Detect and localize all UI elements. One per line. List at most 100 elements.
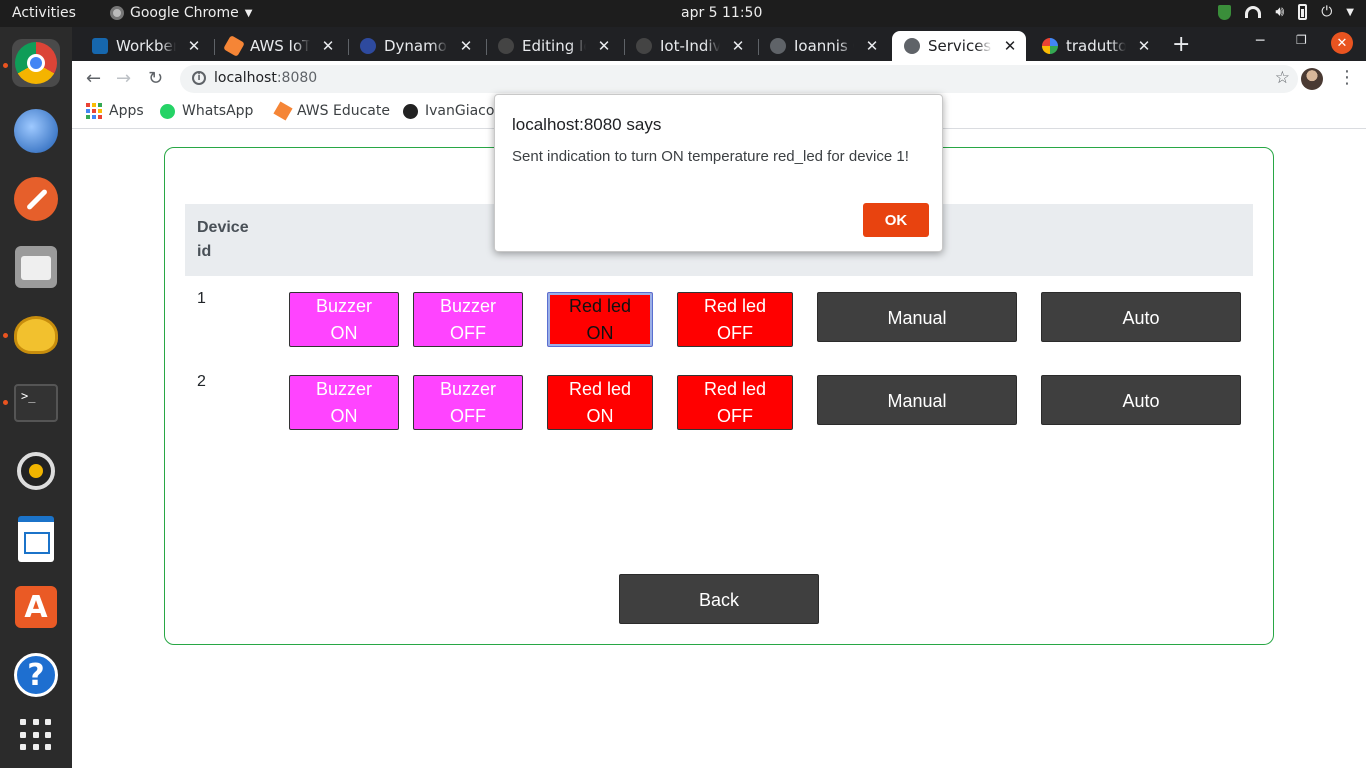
tab-traduttore[interactable]: traduttore ✕ [1030, 31, 1160, 61]
red-led-on-button[interactable]: Red led ON [547, 292, 653, 347]
dock-terminal[interactable]: >_ [12, 379, 60, 427]
alert-dialog: localhost:8080 says Sent indication to t… [494, 94, 943, 252]
wifi-icon [1245, 6, 1262, 18]
dock-thunderbird[interactable] [12, 107, 60, 155]
red-led-off-button[interactable]: Red led OFF [677, 375, 793, 430]
running-indicator [3, 400, 8, 405]
auto-button[interactable]: Auto [1041, 375, 1241, 425]
app-menu-label: Google Chrome [130, 5, 239, 21]
tab-strip: Workbench ✕ AWS IoT - M ✕ DynamoDB ✕ Edi… [72, 27, 1366, 61]
close-icon[interactable]: ✕ [728, 37, 748, 55]
globe-icon [904, 38, 920, 54]
manual-button[interactable]: Manual [817, 292, 1017, 342]
clock[interactable]: apr 5 11:50 [681, 5, 762, 21]
address-bar[interactable]: i localhost:8080 ☆ [180, 65, 1298, 93]
forward-arrow-icon[interactable]: → [116, 68, 131, 89]
device-id-cell: 2 [197, 373, 206, 390]
dock-teapot[interactable] [12, 311, 60, 359]
tab-aws-iot[interactable]: AWS IoT - M ✕ [214, 31, 344, 61]
close-icon[interactable]: ✕ [456, 37, 476, 55]
google-icon [1042, 38, 1058, 54]
minimize-icon[interactable]: ─ [1256, 33, 1264, 49]
buzzer-off-button[interactable]: Buzzer OFF [413, 292, 523, 347]
reload-icon[interactable]: ↻ [148, 68, 163, 89]
restore-icon[interactable]: ❐ [1296, 33, 1307, 47]
dock-writer[interactable] [12, 515, 60, 563]
bookmark-label: WhatsApp [182, 103, 254, 119]
speaker-icon [17, 452, 55, 490]
browser-toolbar: ← → ↻ i localhost:8080 ☆ ⋮ [72, 61, 1366, 97]
red-led-off-button[interactable]: Red led OFF [677, 292, 793, 347]
back-arrow-icon[interactable]: ← [86, 68, 101, 89]
buzzer-on-button[interactable]: Buzzer ON [289, 375, 399, 430]
dock-chrome[interactable] [12, 39, 60, 87]
close-icon[interactable]: ✕ [1134, 37, 1154, 55]
dock-rhythmbox[interactable] [12, 447, 60, 495]
tab-title: Editing Iot [522, 37, 586, 55]
globe-icon [770, 38, 786, 54]
battery-icon [1298, 4, 1308, 20]
back-button[interactable]: Back [619, 574, 819, 624]
tab-title: traduttore [1066, 37, 1126, 55]
aws-cube-icon [273, 101, 293, 121]
files-icon [15, 246, 57, 288]
show-apps-icon [20, 719, 52, 751]
chrome-small-icon [110, 6, 124, 20]
dock-help[interactable]: ? [12, 651, 60, 699]
tab-workbench[interactable]: Workbench ✕ [80, 31, 210, 61]
dock-files[interactable] [12, 243, 60, 291]
tab-favicon-icon [92, 38, 108, 54]
thunderbird-icon [14, 109, 58, 153]
close-icon[interactable]: ✕ [1000, 37, 1020, 55]
running-indicator [3, 333, 8, 338]
bookmark-whatsapp[interactable]: WhatsApp [160, 103, 253, 119]
caret-down-icon: ▼ [1346, 6, 1354, 18]
close-icon[interactable]: ✕ [318, 37, 338, 55]
tab-editing-iot[interactable]: Editing Iot ✕ [486, 31, 620, 61]
close-icon[interactable]: ✕ [184, 37, 204, 55]
tab-ioannis[interactable]: Ioannis Ch ✕ [758, 31, 888, 61]
tab-title: Iot-Individ [660, 37, 720, 55]
menu-kebab-icon[interactable]: ⋮ [1338, 67, 1356, 88]
alert-title: localhost:8080 says [512, 115, 662, 134]
show-apps-button[interactable] [12, 711, 60, 759]
buzzer-on-button[interactable]: Buzzer ON [289, 292, 399, 347]
dock-feather[interactable] [12, 175, 60, 223]
profile-avatar[interactable] [1301, 68, 1323, 90]
running-indicator [3, 63, 8, 68]
activities-button[interactable]: Activities [12, 5, 76, 21]
bookmark-aws-educate[interactable]: AWS Educate [273, 101, 390, 121]
terminal-icon: >_ [14, 384, 58, 422]
url-text: localhost:8080 [214, 70, 318, 86]
volume-icon: 🔊︎ [1275, 4, 1285, 20]
header-device-id: Device id [197, 219, 249, 260]
system-tray[interactable]: 🔊︎ ⏻︎ ▼ [1218, 4, 1354, 20]
writer-icon [18, 516, 54, 562]
app-menu[interactable]: Google Chrome ▼ [110, 5, 252, 21]
device-id-cell: 1 [197, 290, 206, 307]
github-icon [636, 38, 652, 54]
bookmark-label: AWS Educate [297, 103, 390, 119]
close-icon[interactable]: ✕ [862, 37, 882, 55]
new-tab-button[interactable]: + [1172, 32, 1190, 57]
bookmark-star-icon[interactable]: ☆ [1275, 68, 1290, 88]
close-icon[interactable]: ✕ [594, 37, 614, 55]
tab-title: AWS IoT - M [250, 37, 310, 55]
tab-dynamodb[interactable]: DynamoDB ✕ [348, 31, 482, 61]
apps-grid-icon [86, 103, 102, 119]
auto-button[interactable]: Auto [1041, 292, 1241, 342]
manual-button[interactable]: Manual [817, 375, 1017, 425]
bookmark-github[interactable]: IvanGiaco [403, 103, 494, 119]
bookmark-apps[interactable]: Apps [86, 103, 144, 119]
dock-software[interactable]: A [12, 583, 60, 631]
bookmark-label: IvanGiaco [425, 103, 495, 119]
window-close-button[interactable]: ✕ [1331, 32, 1353, 54]
ok-button[interactable]: OK [863, 203, 929, 237]
info-icon[interactable]: i [192, 71, 206, 85]
caret-down-icon: ▼ [244, 7, 253, 19]
tab-services-active[interactable]: Services av ✕ [892, 31, 1026, 61]
software-store-icon: A [15, 586, 57, 628]
buzzer-off-button[interactable]: Buzzer OFF [413, 375, 523, 430]
tab-iot-individual[interactable]: Iot-Individ ✕ [624, 31, 754, 61]
red-led-on-button[interactable]: Red led ON [547, 375, 653, 430]
